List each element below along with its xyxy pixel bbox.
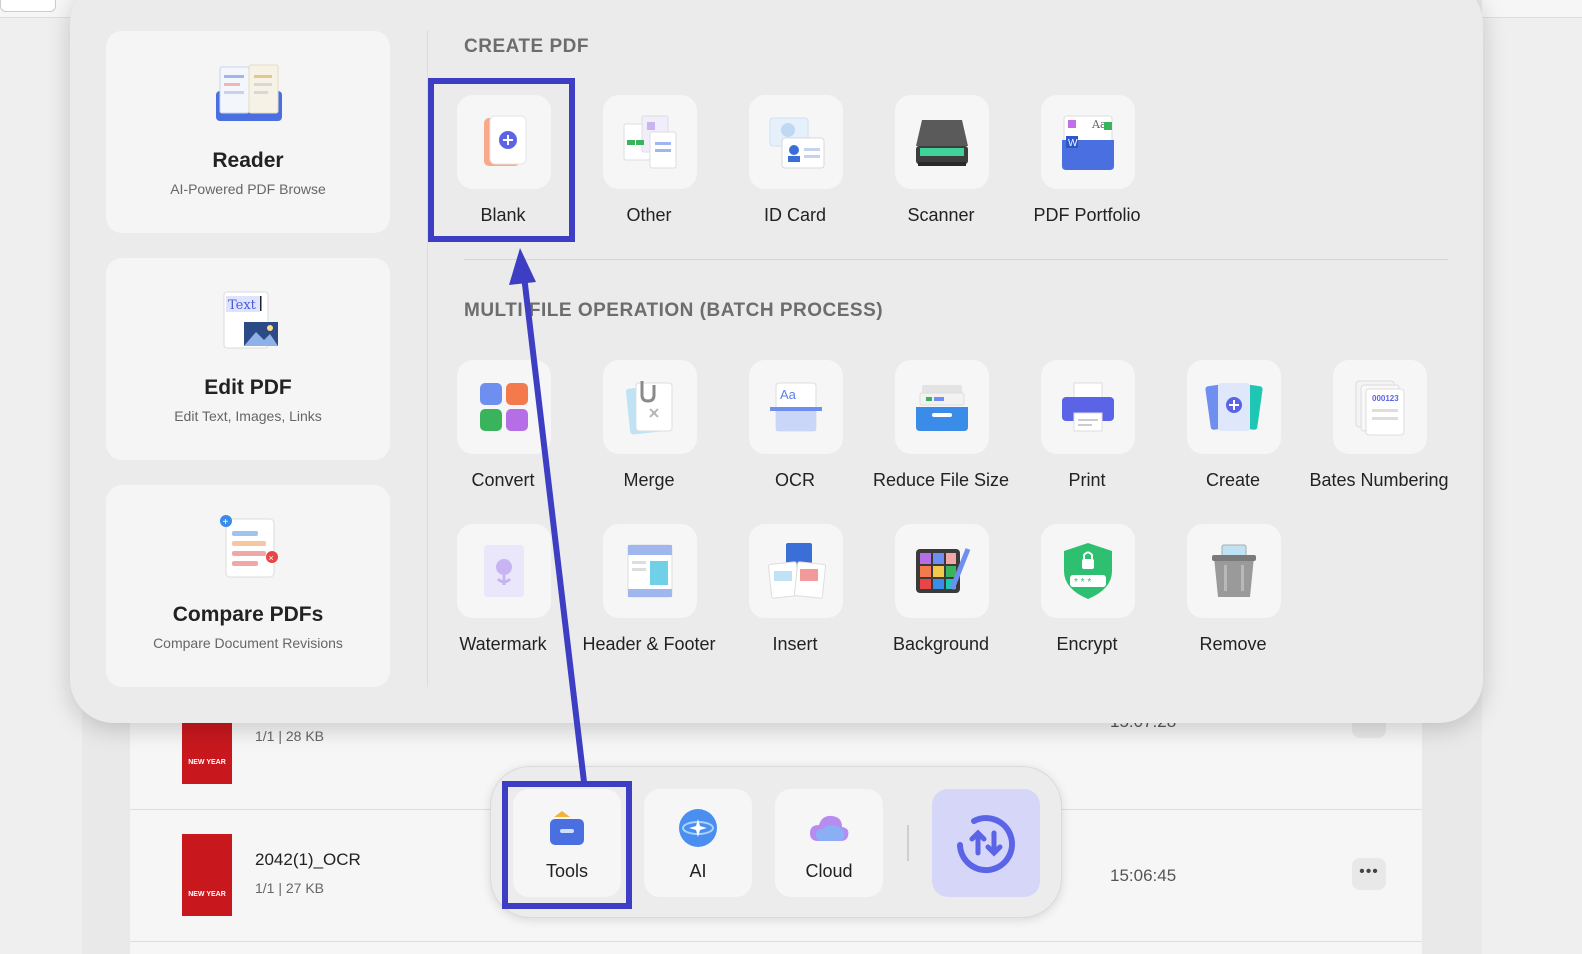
annotation-arrow bbox=[509, 248, 587, 783]
